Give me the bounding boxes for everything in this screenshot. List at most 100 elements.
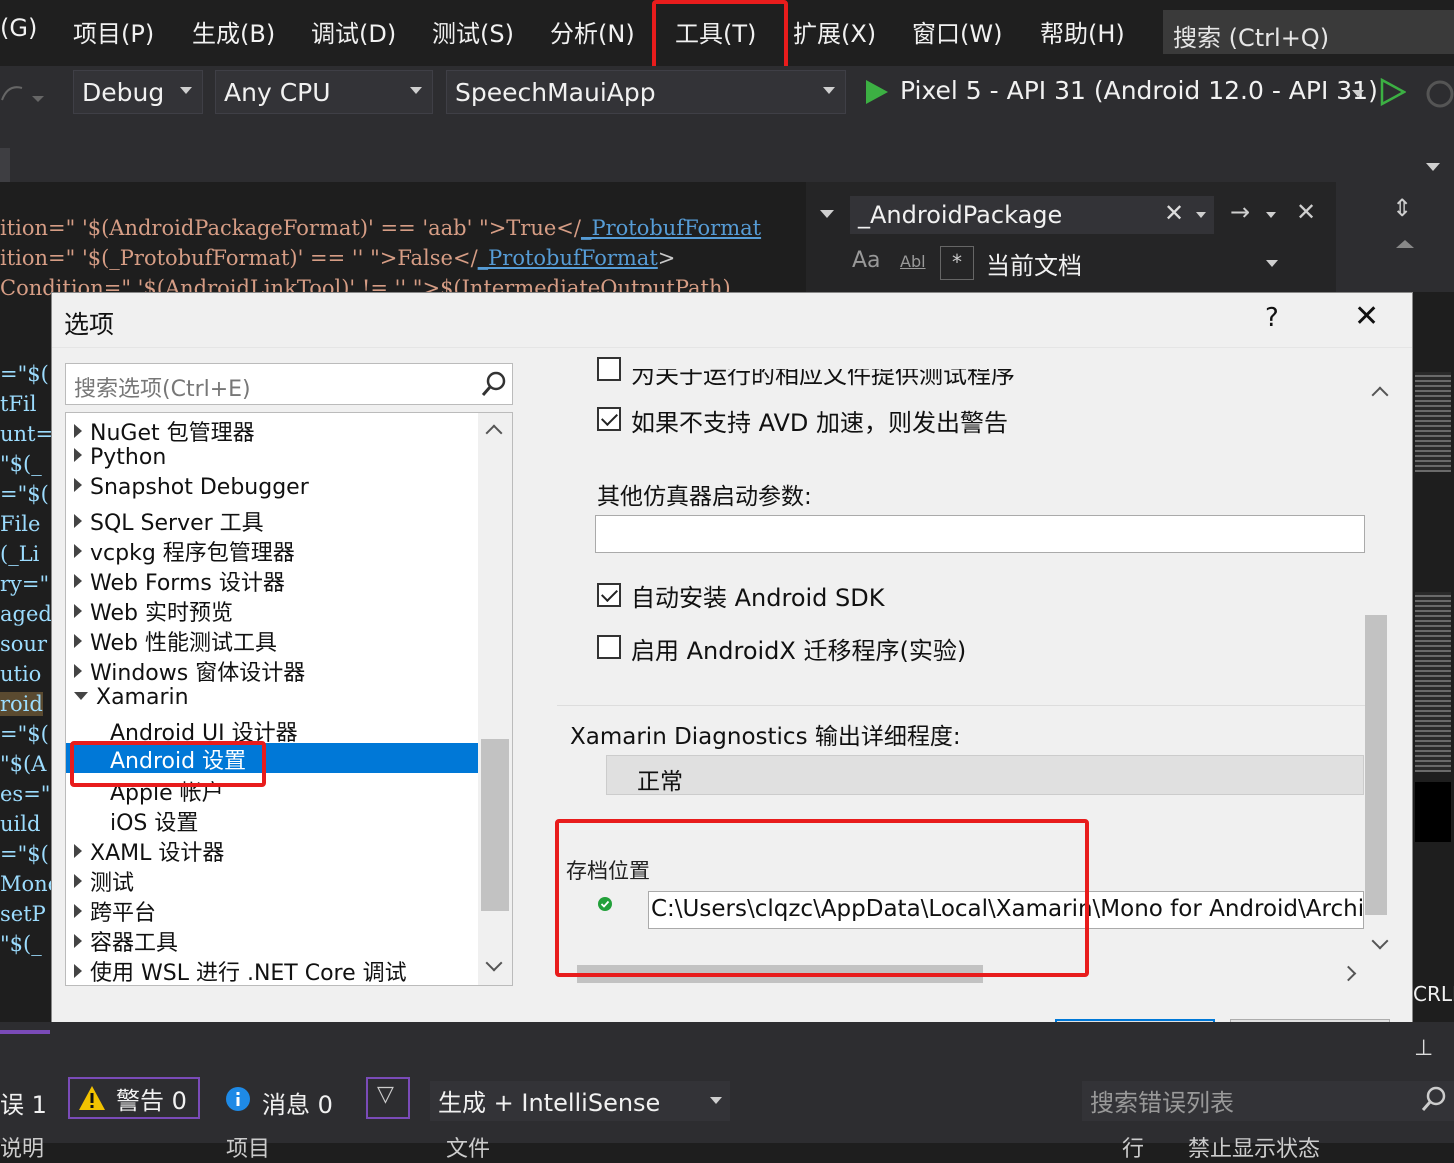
expand-icon[interactable] (74, 934, 82, 948)
menu-git[interactable]: (G) (0, 14, 37, 42)
tree-item[interactable]: 跨平台 (74, 895, 156, 926)
column-header-description[interactable]: 说明 (0, 1131, 44, 1163)
tree-item[interactable]: Xamarin (74, 685, 189, 715)
expand-icon[interactable] (74, 904, 82, 918)
cutoff-checkbox[interactable] (597, 357, 621, 381)
collapse-icon[interactable] (74, 692, 88, 700)
split-icon[interactable]: ⇕ (1392, 194, 1412, 222)
auto-install-sdk-checkbox[interactable] (597, 583, 621, 607)
find-input[interactable]: _AndroidPackage ✕ (850, 196, 1214, 234)
error-list-toolbar: 误 1 警告 0 消息 0 ▽ 生成 + IntelliSense 搜索错误列表… (0, 1077, 1454, 1162)
chevron-down-icon[interactable] (1266, 212, 1276, 218)
pin-icon[interactable]: ⊥ (1414, 1036, 1433, 1061)
search-icon[interactable] (1420, 1085, 1448, 1113)
tree-item[interactable]: vcpkg 程序包管理器 (74, 535, 295, 566)
androidx-migration-checkbox[interactable] (597, 635, 621, 659)
run-target-label[interactable]: Pixel 5 - API 31 (Android 12.0 - API 31) (900, 76, 1378, 105)
tree-item[interactable]: Snapshot Debugger (74, 475, 309, 505)
scroll-up-icon[interactable] (1371, 386, 1389, 404)
platform-combo[interactable]: Any CPU (215, 70, 433, 114)
chevron-down-icon[interactable] (820, 210, 834, 218)
menu-analyze[interactable]: 分析(N) (550, 14, 635, 49)
menu-project[interactable]: 项目(P) (73, 14, 154, 49)
help-button[interactable]: ? (1265, 303, 1279, 333)
options-search-input[interactable]: 搜索选项(Ctrl+E) (65, 363, 513, 405)
tree-item[interactable]: NuGet 包管理器 (74, 415, 255, 446)
column-header-line[interactable]: 行 (1122, 1131, 1144, 1163)
tree-item[interactable]: 容器工具 (74, 925, 178, 956)
expand-icon[interactable] (74, 874, 82, 888)
column-header-file[interactable]: 文件 (446, 1131, 490, 1163)
messages-filter[interactable]: 消息 0 (262, 1085, 333, 1120)
chevron-down-icon[interactable] (1352, 90, 1364, 97)
menu-window[interactable]: 窗口(W) (912, 14, 1002, 49)
match-case-icon[interactable]: Aa (852, 248, 881, 273)
tree-scrollbar[interactable] (478, 413, 512, 985)
find-next-icon[interactable]: → (1230, 198, 1250, 226)
tree-item[interactable]: XAML 设计器 (74, 835, 224, 866)
scroll-up-icon[interactable] (485, 424, 503, 442)
chevron-down-icon[interactable] (1196, 212, 1206, 218)
tree-item[interactable]: SQL Server 工具 (74, 505, 264, 536)
tree-item[interactable]: iOS 设置 (110, 805, 198, 836)
diagnostics-dropdown[interactable]: 正常 (606, 755, 1364, 795)
clear-icon[interactable]: ✕ (1164, 199, 1184, 227)
menu-test[interactable]: 测试(S) (432, 14, 514, 49)
config-combo[interactable]: Debug (73, 70, 203, 114)
expand-icon[interactable] (74, 424, 82, 438)
tree-item[interactable]: 测试 (74, 865, 134, 896)
expand-icon[interactable] (74, 544, 82, 558)
scroll-right-icon[interactable] (1340, 965, 1357, 982)
expand-icon[interactable] (74, 844, 82, 858)
tree-item[interactable]: 使用 WSL 进行 .NET Core 调试 (74, 955, 407, 985)
filter-button[interactable]: ▽ (366, 1077, 410, 1119)
menu-help[interactable]: 帮助(H) (1040, 14, 1125, 49)
options-scroll-thumb[interactable] (1365, 615, 1387, 915)
emulator-args-input[interactable] (595, 515, 1365, 553)
column-header-suppression[interactable]: 禁止显示状态 (1188, 1131, 1320, 1163)
line-ending-label[interactable]: CRLF (1413, 982, 1454, 1006)
search-icon[interactable] (480, 370, 508, 398)
errors-filter[interactable]: 误 1 (0, 1085, 47, 1120)
run-without-debug-icon[interactable] (1378, 78, 1406, 106)
close-icon[interactable]: ✕ (1354, 299, 1379, 334)
expand-icon[interactable] (74, 514, 82, 528)
tree-item[interactable]: Web 实时预览 (74, 595, 233, 626)
expand-icon[interactable] (74, 964, 82, 978)
options-scrollbar[interactable] (1365, 369, 1393, 959)
avd-warning-checkbox[interactable] (597, 407, 621, 431)
column-header-project[interactable]: 项目 (226, 1131, 270, 1163)
redo-icon[interactable] (0, 78, 50, 108)
expand-icon[interactable] (74, 604, 82, 618)
scroll-down-icon[interactable] (485, 954, 503, 972)
warnings-filter[interactable]: 警告 0 (68, 1077, 200, 1119)
chevron-down-icon[interactable] (1426, 163, 1440, 171)
chevron-down-icon[interactable] (1266, 260, 1278, 267)
expand-icon[interactable] (74, 574, 82, 588)
menu-debug[interactable]: 调试(D) (311, 14, 396, 49)
tree-item[interactable]: Web 性能测试工具 (74, 625, 277, 656)
startup-project-value: SpeechMauiApp (455, 78, 656, 107)
scroll-up-icon[interactable] (1396, 240, 1414, 248)
startup-project-combo[interactable]: SpeechMauiApp (446, 70, 846, 114)
run-icon[interactable] (862, 78, 890, 106)
global-search-box[interactable]: 搜索 (Ctrl+Q) (1163, 10, 1454, 54)
expand-icon[interactable] (74, 448, 82, 462)
menu-build[interactable]: 生成(B) (192, 14, 275, 49)
whole-word-icon[interactable]: Abl (900, 252, 926, 271)
regex-icon[interactable]: * (940, 246, 974, 280)
close-icon[interactable]: ✕ (1296, 198, 1316, 226)
menu-extensions[interactable]: 扩展(X) (793, 14, 876, 49)
tree-item[interactable]: Windows 窗体设计器 (74, 655, 305, 686)
hot-reload-icon[interactable] (1420, 76, 1454, 110)
expand-icon[interactable] (74, 478, 82, 492)
tree-scroll-thumb[interactable] (481, 739, 509, 911)
tree-item[interactable]: Web Forms 设计器 (74, 565, 285, 596)
find-scope[interactable]: 当前文档 (986, 246, 1082, 281)
scroll-down-icon[interactable] (1371, 932, 1389, 950)
tree-item[interactable]: Python (74, 445, 166, 475)
error-search-input[interactable]: 搜索错误列表 (1082, 1081, 1454, 1121)
expand-icon[interactable] (74, 664, 82, 678)
expand-icon[interactable] (74, 634, 82, 648)
build-filter-combo[interactable]: 生成 + IntelliSense (430, 1081, 730, 1121)
